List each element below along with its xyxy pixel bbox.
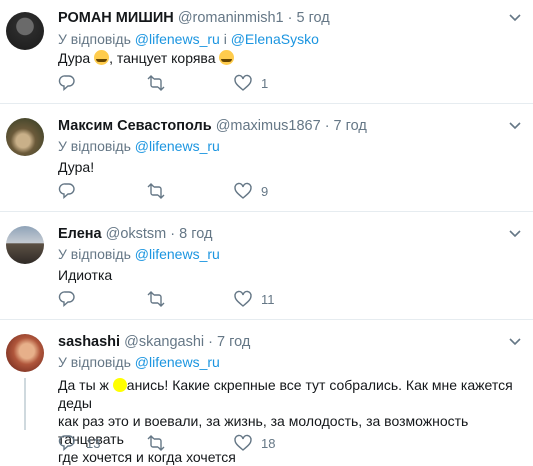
like-icon	[234, 290, 252, 307]
mention-link[interactable]: @lifenews_ru	[135, 354, 220, 370]
avatar[interactable]	[6, 334, 44, 372]
tweet[interactable]: РОМАН МИШИН @romaninmish1 · 5 год У відп…	[0, 0, 533, 103]
reply-context: У відповідь @lifenews_ru	[58, 138, 220, 154]
display-name[interactable]: sashashi	[58, 334, 120, 350]
timestamp[interactable]: · 7 год	[325, 118, 367, 134]
avatar[interactable]	[6, 226, 44, 264]
reply-icon	[58, 291, 75, 308]
reply-prefix: У відповідь	[58, 138, 131, 154]
chevron-down-icon[interactable]	[509, 338, 521, 346]
highlight-mark	[112, 378, 127, 392]
mention-link[interactable]: @ElenaSysko	[231, 31, 319, 47]
tweet-header: sashashi @skangashi · 7 год	[58, 334, 250, 350]
user-handle[interactable]: @romaninmish1	[178, 10, 284, 26]
thread-line	[24, 378, 26, 430]
reply-context: У відповідь @lifenews_ru	[58, 354, 220, 370]
like-count: 11	[261, 292, 275, 307]
reply-count: 13	[86, 436, 101, 451]
like-count: 18	[261, 436, 276, 451]
tweet-header: Максим Севастополь @maximus1867 · 7 год	[58, 118, 367, 134]
display-name[interactable]: Максим Севастополь	[58, 118, 212, 134]
tweet[interactable]: Елена @okstsm · 8 год У відповідь @lifen…	[0, 212, 533, 319]
reply-prefix: У відповідь	[58, 31, 131, 47]
tweet-actions: 9	[58, 182, 318, 202]
reply-icon	[58, 435, 75, 452]
retweet-icon	[147, 435, 165, 451]
like-icon	[234, 74, 252, 91]
tweet-text-line: Да ты ж анись! Какие скрепные все тут со…	[58, 376, 528, 412]
retweet-icon	[147, 75, 165, 91]
tweet-text-part: , танцует корява	[109, 50, 220, 66]
reply-context: У відповідь @lifenews_ru і @ElenaSysko	[58, 31, 319, 47]
tweet-actions: 11	[58, 290, 318, 310]
tweet-text-part: Да ты ж	[58, 377, 109, 393]
mention-link[interactable]: @lifenews_ru	[135, 31, 220, 47]
tweet-text: Идиотка	[58, 267, 113, 283]
reply-joiner: і	[223, 31, 227, 47]
tweet[interactable]: Максим Севастополь @maximus1867 · 7 год …	[0, 104, 533, 211]
tweet-actions: 13 18	[58, 434, 318, 454]
chevron-down-icon[interactable]	[509, 230, 521, 238]
tweet-text-part: анись! Какие скрепные все тут собрались.…	[58, 377, 513, 411]
reply-context: У відповідь @lifenews_ru	[58, 246, 220, 262]
reply-prefix: У відповідь	[58, 246, 131, 262]
display-name[interactable]: Елена	[58, 226, 102, 242]
user-handle[interactable]: @skangashi	[124, 334, 204, 350]
tweet-header: Елена @okstsm · 8 год	[58, 226, 212, 242]
tweet-actions: 1	[58, 74, 318, 94]
avatar[interactable]	[6, 118, 44, 156]
tweet-header: РОМАН МИШИН @romaninmish1 · 5 год	[58, 10, 330, 26]
tears-of-joy-emoji	[94, 50, 110, 65]
reply-icon	[58, 183, 75, 200]
retweet-icon	[147, 183, 165, 199]
retweet-icon	[147, 291, 165, 307]
like-count: 1	[261, 76, 269, 91]
user-handle[interactable]: @maximus1867	[216, 118, 321, 134]
tweet-text-part: Дура	[58, 50, 95, 66]
avatar[interactable]	[6, 12, 44, 50]
mention-link[interactable]: @lifenews_ru	[135, 246, 220, 262]
tears-of-joy-emoji	[219, 50, 235, 65]
like-count: 9	[261, 184, 269, 199]
reply-icon	[58, 75, 75, 92]
chevron-down-icon[interactable]	[509, 14, 521, 22]
tweet-text: Дура , танцует корява	[58, 49, 235, 67]
like-icon	[234, 434, 252, 451]
reply-prefix: У відповідь	[58, 354, 131, 370]
timestamp[interactable]: · 8 год	[170, 226, 212, 242]
chevron-down-icon[interactable]	[509, 122, 521, 130]
timestamp[interactable]: · 5 год	[288, 10, 330, 26]
tweet[interactable]: sashashi @skangashi · 7 год У відповідь …	[0, 320, 533, 465]
display-name[interactable]: РОМАН МИШИН	[58, 10, 174, 26]
like-icon	[234, 182, 252, 199]
tweet-text: Дура!	[58, 159, 95, 175]
mention-link[interactable]: @lifenews_ru	[135, 138, 220, 154]
timestamp[interactable]: · 7 год	[208, 334, 250, 350]
user-handle[interactable]: @okstsm	[106, 226, 167, 242]
